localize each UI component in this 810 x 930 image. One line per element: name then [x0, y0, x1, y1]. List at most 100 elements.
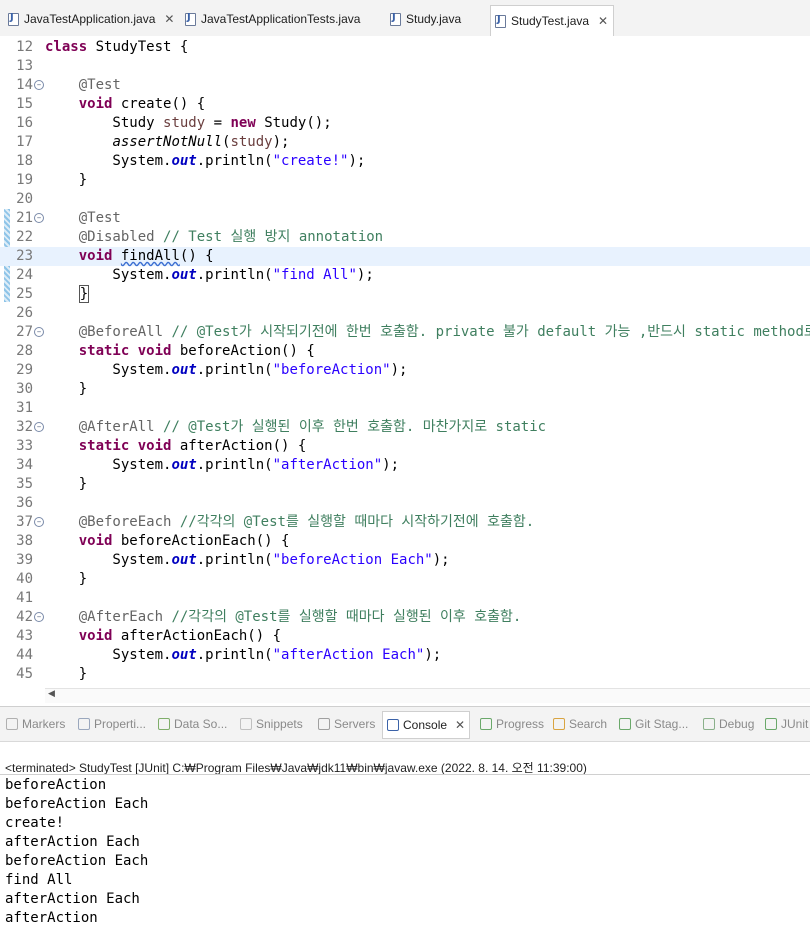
line-number: 19: [16, 172, 33, 188]
code-text: @Test: [78, 77, 121, 93]
view-tab-git-stag[interactable]: Git Stag...: [619, 715, 688, 733]
code-line[interactable]: 22 @Disabled // Test 실행 방지 annotation: [0, 228, 810, 247]
line-number: 38: [16, 533, 33, 549]
line-number: 26: [16, 305, 33, 321]
line-number: 32: [16, 419, 33, 435]
close-icon[interactable]: ✕: [598, 14, 608, 28]
line-number: 24: [16, 267, 33, 283]
code-text: @Disabled // Test 실행 방지 annotation: [78, 229, 384, 245]
code-line[interactable]: 44 System.out.println("afterAction Each"…: [0, 646, 810, 665]
editor-horizontal-scrollbar[interactable]: ◀: [45, 688, 810, 703]
code-line[interactable]: 29 System.out.println("beforeAction");: [0, 361, 810, 380]
java-file-icon: [8, 12, 19, 26]
code-line[interactable]: 24 System.out.println("find All");: [0, 266, 810, 285]
progress-icon: [480, 718, 492, 730]
tab-label: StudyTest.java: [511, 14, 590, 28]
code-line[interactable]: 35 }: [0, 475, 810, 494]
code-line[interactable]: 23 void findAll() {: [0, 247, 810, 266]
code-line[interactable]: 26: [0, 304, 810, 323]
code-text: @BeforeAll // @Test가 시작되기전에 한번 호출함. priv…: [78, 324, 810, 340]
fold-toggle-icon[interactable]: −: [34, 80, 44, 90]
view-tab-markers[interactable]: Markers: [6, 715, 65, 733]
code-line[interactable]: 40 }: [0, 570, 810, 589]
fold-toggle-icon[interactable]: −: [34, 517, 44, 527]
code-line[interactable]: 30 }: [0, 380, 810, 399]
console-output[interactable]: beforeAction beforeAction Each create! afte…: [5, 776, 148, 928]
line-number: 15: [16, 96, 33, 112]
code-line[interactable]: 21− @Test: [0, 209, 810, 228]
fold-toggle-icon[interactable]: −: [34, 422, 44, 432]
line-number: 23: [16, 248, 33, 264]
view-tab-properti[interactable]: Properti...: [78, 715, 146, 733]
code-editor[interactable]: 12 class StudyTest {13 14− @Test 15 void cr…: [0, 36, 810, 688]
view-tab-debug[interactable]: Debug: [703, 715, 754, 733]
code-line[interactable]: 14− @Test: [0, 76, 810, 95]
view-tab-console[interactable]: Console ✕: [382, 711, 471, 739]
code-line[interactable]: 42− @AfterEach //각각의 @Test를 실행할 때마다 실행된 …: [0, 608, 810, 627]
code-line[interactable]: 38 void beforeActionEach() {: [0, 532, 810, 551]
code-text: System.out.println("beforeAction");: [45, 362, 408, 378]
view-tab-servers[interactable]: Servers: [318, 715, 375, 733]
code-line[interactable]: 18 System.out.println("create!");: [0, 152, 810, 171]
tab-study-test[interactable]: StudyTest.java ✕: [490, 5, 614, 36]
line-number: 37: [16, 514, 33, 530]
code-text: @Test: [78, 210, 121, 226]
code-line[interactable]: 34 System.out.println("afterAction");: [0, 456, 810, 475]
code-line[interactable]: 16 Study study = new Study();: [0, 114, 810, 133]
code-line[interactable]: 19 }: [0, 171, 810, 190]
code-line[interactable]: 39 System.out.println("beforeAction Each…: [0, 551, 810, 570]
fold-toggle-icon[interactable]: −: [34, 327, 44, 337]
line-number: 36: [16, 495, 33, 511]
view-tab-search[interactable]: Search: [553, 715, 607, 733]
code-line[interactable]: 25 }: [0, 285, 810, 304]
code-text: static void beforeAction() {: [78, 343, 315, 359]
console-line: create!: [5, 815, 65, 831]
code-line[interactable]: 17 assertNotNull(study);: [0, 133, 810, 152]
console-line: beforeAction Each: [5, 853, 149, 869]
code-line[interactable]: 27− @BeforeAll // @Test가 시작되기전에 한번 호출함. …: [0, 323, 810, 342]
tab-java-test-application[interactable]: JavaTestApplication.java ✕: [4, 6, 178, 32]
line-number: 17: [16, 134, 33, 150]
fold-toggle-icon[interactable]: −: [34, 213, 44, 223]
scroll-left-icon[interactable]: ◀: [48, 689, 55, 699]
code-line[interactable]: 28 static void beforeAction() {: [0, 342, 810, 361]
view-tab-label: Git Stag...: [635, 717, 689, 731]
code-line[interactable]: 33 static void afterAction() {: [0, 437, 810, 456]
view-tab-snippets[interactable]: Snippets: [240, 715, 303, 733]
markers-icon: [6, 718, 18, 730]
tab-label: JavaTestApplicationTests.java: [201, 12, 361, 26]
code-line[interactable]: 45 }: [0, 665, 810, 684]
code-text: System.out.println("beforeAction Each");: [45, 552, 450, 568]
code-text: System.out.println("afterAction");: [45, 457, 400, 473]
tab-java-test-application-tests[interactable]: JavaTestApplicationTests.java: [181, 6, 364, 32]
fold-toggle-icon[interactable]: −: [34, 612, 44, 622]
view-tab-progress[interactable]: Progress: [480, 715, 544, 733]
line-number: 41: [16, 590, 33, 606]
code-text: @AfterAll // @Test가 실행된 이후 한번 호출함. 마찬가지로…: [78, 419, 547, 435]
code-line[interactable]: 43 void afterActionEach() {: [0, 627, 810, 646]
code-text: @AfterEach //각각의 @Test를 실행할 때마다 실행된 이후 호…: [78, 609, 522, 625]
code-line[interactable]: 13: [0, 57, 810, 76]
view-tab-data-so[interactable]: Data So...: [158, 715, 227, 733]
code-line[interactable]: 36: [0, 494, 810, 513]
close-icon[interactable]: ✕: [164, 12, 174, 26]
line-number: 43: [16, 628, 33, 644]
code-line[interactable]: 32− @AfterAll // @Test가 실행된 이후 한번 호출함. 마…: [0, 418, 810, 437]
servers-icon: [318, 718, 330, 730]
code-line[interactable]: 12 class StudyTest {: [0, 38, 810, 57]
tab-study[interactable]: Study.java: [386, 6, 465, 32]
line-number: 44: [16, 647, 33, 663]
code-text: Study study = new Study();: [45, 115, 332, 131]
view-tab-junit[interactable]: JUnit: [765, 715, 808, 733]
code-line[interactable]: 20: [0, 190, 810, 209]
code-line[interactable]: 15 void create() {: [0, 95, 810, 114]
line-number: 35: [16, 476, 33, 492]
code-text: System.out.println("find All");: [45, 267, 374, 283]
line-number: 14: [16, 77, 33, 93]
close-icon[interactable]: ✕: [455, 718, 465, 732]
view-tab-label: Console: [403, 718, 448, 732]
code-line[interactable]: 41: [0, 589, 810, 608]
view-tab-bar: Markers Properti... Data So... Snippets Serv…: [0, 706, 810, 742]
code-line[interactable]: 37− @BeforeEach //각각의 @Test를 실행할 때마다 시작하…: [0, 513, 810, 532]
code-line[interactable]: 31: [0, 399, 810, 418]
